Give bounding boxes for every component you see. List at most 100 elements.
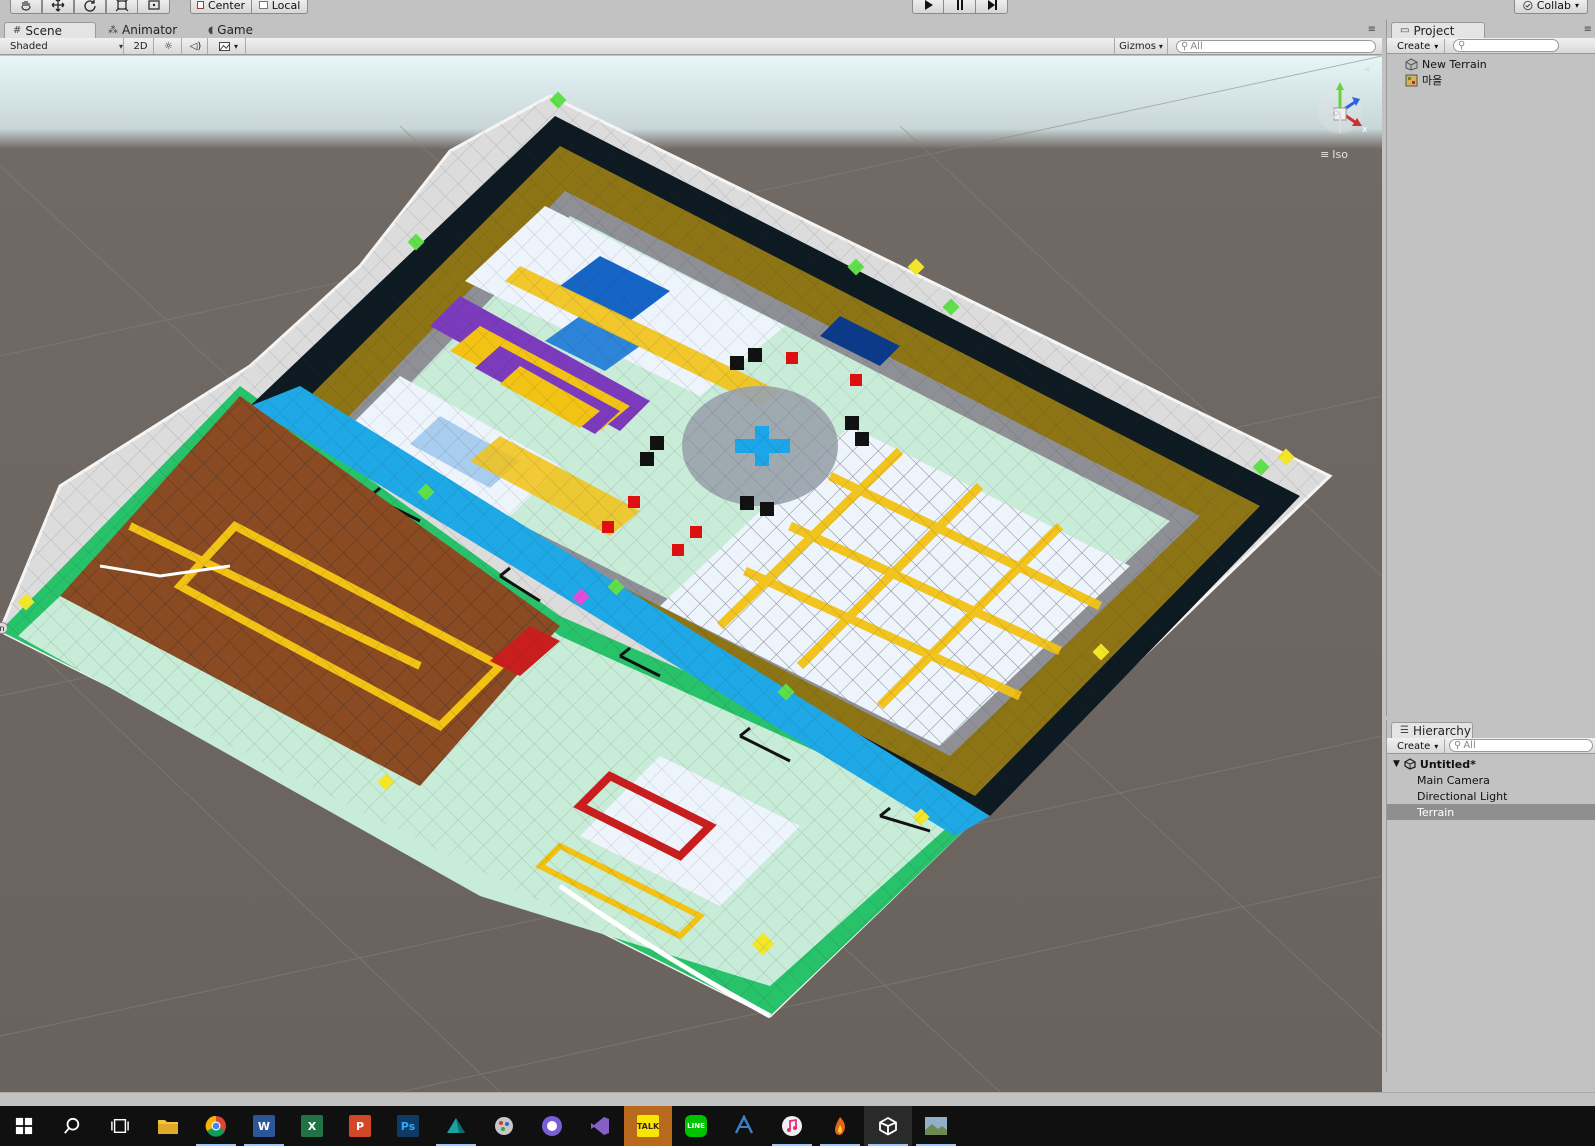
transform-tools bbox=[10, 0, 170, 14]
pivot-toggles: Center Local bbox=[190, 0, 308, 14]
rect-icon bbox=[147, 0, 160, 10]
folder-icon: ▭ bbox=[1400, 25, 1410, 36]
project-create-dropdown[interactable]: Create bbox=[1391, 39, 1446, 53]
3d-app-icon[interactable] bbox=[432, 1106, 480, 1146]
hierarchy-create-dropdown[interactable]: Create bbox=[1391, 739, 1446, 753]
audio-toggle-button[interactable]: ◁) bbox=[184, 38, 208, 54]
play-button[interactable] bbox=[912, 0, 944, 14]
rotate-tool-button[interactable] bbox=[74, 0, 106, 14]
flame-app-icon[interactable] bbox=[816, 1106, 864, 1146]
chat-app-icon[interactable] bbox=[528, 1106, 576, 1146]
y-axis-cone-icon bbox=[1336, 82, 1344, 90]
scene-viewport[interactable]: 🔒︎ x ≡ Iso n bbox=[0, 56, 1382, 1092]
tab-game[interactable]: ◖ Game bbox=[200, 22, 263, 38]
search-icon: ⚲ bbox=[1181, 41, 1189, 52]
asset-item[interactable]: 마을 bbox=[1387, 72, 1595, 88]
search-icon: ⚲ bbox=[1458, 40, 1466, 51]
kakaotalk-icon[interactable]: TALK bbox=[624, 1106, 672, 1146]
panel-menu-icon[interactable]: ≡ bbox=[1584, 24, 1592, 35]
terrain-asset-icon bbox=[1405, 57, 1418, 71]
search-icon: ⚲ bbox=[1454, 740, 1462, 751]
powerpoint-icon[interactable]: P bbox=[336, 1106, 384, 1146]
unity-icon[interactable] bbox=[864, 1106, 912, 1146]
project-toolbar: Create ⚲ bbox=[1387, 38, 1595, 54]
scene-view-toolbar: Shaded 2D ☼ ◁) ▾ Gizmos ▾ ⚲ All bbox=[0, 38, 1382, 55]
pause-icon bbox=[956, 0, 963, 10]
project-panel: ▭ Project ≡ Create ⚲ New Terrain 마을 bbox=[1386, 20, 1595, 716]
tab-hierarchy[interactable]: ☰ Hierarchy bbox=[1391, 722, 1473, 738]
lock-icon[interactable]: 🔒︎ bbox=[1365, 64, 1370, 74]
project-search-input[interactable]: ⚲ bbox=[1453, 39, 1559, 52]
file-explorer-icon[interactable] bbox=[144, 1106, 192, 1146]
gizmo-x-label: x bbox=[1362, 125, 1368, 135]
list-icon: ☰ bbox=[1400, 725, 1409, 736]
excel-icon[interactable]: X bbox=[288, 1106, 336, 1146]
hand-icon bbox=[21, 1, 31, 11]
status-bar bbox=[0, 1092, 1595, 1106]
game-icon: ◖ bbox=[208, 24, 214, 36]
scene-search-input[interactable]: ⚲ All bbox=[1176, 40, 1376, 53]
line-icon[interactable]: LINE bbox=[672, 1106, 720, 1146]
shading-mode-dropdown[interactable]: Shaded bbox=[0, 38, 124, 54]
asset-item[interactable]: New Terrain bbox=[1387, 56, 1595, 72]
speaker-icon: ◁) bbox=[189, 40, 202, 52]
hand-tool-button[interactable] bbox=[10, 0, 42, 14]
projection-toggle[interactable]: ≡ Iso bbox=[1320, 148, 1348, 161]
itunes-icon[interactable] bbox=[768, 1106, 816, 1146]
project-asset-list: New Terrain 마을 bbox=[1387, 56, 1595, 88]
move-icon bbox=[51, 0, 65, 12]
pivot-local-button[interactable]: Local bbox=[252, 0, 308, 14]
orientation-gizmo[interactable]: x bbox=[1310, 80, 1370, 140]
scene-panel: # Scene ⁂ Animator ◖ Game ≡ Shaded 2D ☼ bbox=[0, 20, 1382, 1092]
hierarchy-panel: ☰ Hierarchy Create ⚲ All ▼ Untitled* Mai… bbox=[1386, 720, 1595, 1072]
pivot-center-button[interactable]: Center bbox=[190, 0, 252, 14]
blender-like-icon[interactable] bbox=[720, 1106, 768, 1146]
hierarchy-toolbar: Create ⚲ All bbox=[1387, 738, 1595, 754]
scale-tool-button[interactable] bbox=[106, 0, 138, 14]
visual-studio-icon[interactable] bbox=[576, 1106, 624, 1146]
hierarchy-item-terrain[interactable]: Terrain bbox=[1387, 804, 1595, 820]
scene-root-item[interactable]: ▼ Untitled* bbox=[1387, 756, 1595, 772]
rotate-icon bbox=[84, 0, 96, 12]
search-icon[interactable] bbox=[48, 1106, 96, 1146]
hierarchy-item-main-camera[interactable]: Main Camera bbox=[1387, 772, 1595, 788]
play-icon bbox=[925, 0, 933, 10]
photo-app-icon[interactable] bbox=[912, 1106, 960, 1146]
effects-dropdown[interactable]: ▾ bbox=[212, 38, 246, 54]
main-toolbar: Center Local Collab ▾ bbox=[0, 0, 1595, 16]
photoshop-icon[interactable]: Ps bbox=[384, 1106, 432, 1146]
step-button[interactable] bbox=[976, 0, 1008, 14]
tab-project[interactable]: ▭ Project bbox=[1391, 22, 1485, 38]
panel-menu-icon[interactable]: ≡ bbox=[1368, 24, 1376, 35]
hierarchy-search-input[interactable]: ⚲ All bbox=[1449, 739, 1593, 752]
collab-button[interactable]: Collab ▾ bbox=[1514, 0, 1588, 14]
dropdown-arrow-icon: ▾ bbox=[233, 41, 238, 51]
word-icon[interactable]: W bbox=[240, 1106, 288, 1146]
paint-app-icon[interactable] bbox=[480, 1106, 528, 1146]
expand-triangle-icon[interactable]: ▼ bbox=[1393, 759, 1400, 769]
project-tabbar: ▭ Project ≡ bbox=[1387, 20, 1595, 38]
unity-editor-window: Center Local Collab ▾ # Scene ⁂ Animator… bbox=[0, 0, 1595, 1146]
rect-tool-button[interactable] bbox=[138, 0, 170, 14]
hierarchy-tabbar: ☰ Hierarchy bbox=[1387, 720, 1595, 738]
playmode-controls bbox=[912, 0, 1008, 14]
2d-toggle-button[interactable]: 2D bbox=[128, 38, 154, 54]
pivot-local-icon bbox=[258, 1, 268, 9]
pause-button[interactable] bbox=[944, 0, 976, 14]
dropdown-arrow-icon: ▾ bbox=[1574, 0, 1579, 10]
windows-start-icon[interactable] bbox=[0, 1106, 48, 1146]
move-tool-button[interactable] bbox=[42, 0, 74, 14]
image-effects-icon bbox=[219, 41, 230, 51]
task-view-icon[interactable] bbox=[96, 1106, 144, 1146]
scene-asset-icon bbox=[1405, 74, 1418, 86]
gizmos-dropdown[interactable]: Gizmos ▾ bbox=[1114, 38, 1168, 54]
sun-icon: ☼ bbox=[164, 40, 173, 52]
tab-animator[interactable]: ⁂ Animator bbox=[100, 22, 187, 38]
grid-icon: # bbox=[13, 25, 22, 36]
chrome-icon[interactable] bbox=[192, 1106, 240, 1146]
lighting-toggle-button[interactable]: ☼ bbox=[156, 38, 182, 54]
tab-scene[interactable]: # Scene bbox=[4, 22, 96, 38]
hierarchy-item-directional-light[interactable]: Directional Light bbox=[1387, 788, 1595, 804]
menu-lines-icon: ≡ bbox=[1320, 148, 1330, 161]
step-icon bbox=[987, 0, 997, 10]
